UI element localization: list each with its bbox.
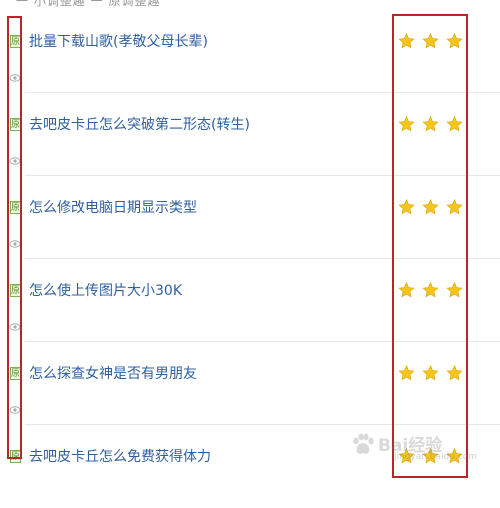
article-title-link[interactable]: 怎么修改电脑日期显示类型 [29, 197, 197, 217]
article-title-link[interactable]: 怎么探查女神是否有男朋友 [29, 363, 197, 383]
article-title-link[interactable]: 批量下载山歌(孝敬父母长辈) [29, 31, 208, 51]
highlight-box-left [7, 16, 22, 459]
article-title-link[interactable]: 去吧皮卡丘怎么突破第二形态(转生) [29, 114, 250, 134]
paw-logo-icon [353, 433, 374, 454]
watermark-url: jingyan.baidu.com [394, 452, 478, 462]
highlight-box-right [392, 14, 468, 478]
article-title-link[interactable]: 去吧皮卡丘怎么免费获得体力 [29, 446, 211, 466]
watermark: Bai经验 jingyan.baidu.com [350, 428, 478, 464]
article-title-link[interactable]: 怎么使上传图片大小30K [29, 280, 182, 300]
